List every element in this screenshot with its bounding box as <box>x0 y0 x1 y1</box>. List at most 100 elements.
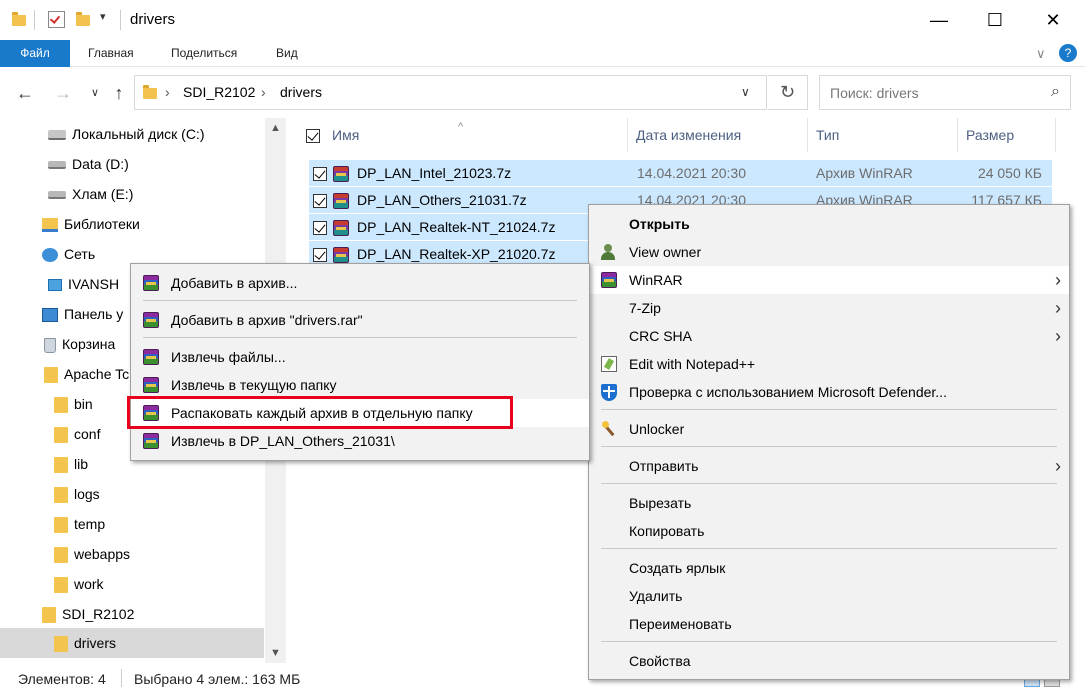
new-folder-icon[interactable] <box>76 12 90 26</box>
menu-item-open[interactable]: Открыть <box>589 210 1069 238</box>
select-all-checkbox[interactable] <box>306 129 320 144</box>
ribbon-expand-icon[interactable]: ∨ <box>1036 46 1046 62</box>
computer-icon <box>48 279 62 292</box>
nav-item[interactable]: Библиотеки <box>42 209 140 239</box>
search-icon: ⌕ <box>1051 83 1060 100</box>
column-type[interactable]: Тип <box>808 118 958 152</box>
row-checkbox[interactable] <box>313 160 327 186</box>
tab-share[interactable]: Поделиться <box>161 40 247 67</box>
menu-item-delete[interactable]: Удалить <box>589 582 1069 610</box>
row-checkbox[interactable] <box>313 187 327 213</box>
scroll-up-icon[interactable]: ▲ <box>265 118 286 138</box>
row-checkbox[interactable] <box>313 214 327 240</box>
winrar-icon <box>143 275 159 291</box>
submenu-item-extract-to-folder[interactable]: Извлечь в DP_LAN_Others_21031\ <box>131 427 589 455</box>
menu-item-winrar[interactable]: WinRAR › <box>589 266 1069 294</box>
minimize-button[interactable]: — <box>916 0 962 40</box>
nav-item[interactable]: Data (D:) <box>48 149 129 179</box>
menu-item-notepad[interactable]: Edit with Notepad++ <box>589 350 1069 378</box>
submenu-item-add-archive[interactable]: Добавить в архив... <box>131 269 589 297</box>
folder-icon <box>12 12 26 26</box>
nav-item[interactable]: conf <box>54 419 100 449</box>
menu-item-view-owner[interactable]: View owner <box>589 238 1069 266</box>
breadcrumb-drivers[interactable]: drivers <box>280 84 322 100</box>
column-name[interactable]: Имя ^ <box>296 118 628 152</box>
file-row[interactable]: DP_LAN_Intel_21023.7z 14.04.2021 20:30 А… <box>309 160 1052 186</box>
menu-item-send-to[interactable]: Отправить › <box>589 452 1069 480</box>
menu-item-rename[interactable]: Переименовать <box>589 610 1069 638</box>
divider <box>121 669 122 687</box>
menu-item-7zip[interactable]: 7-Zip › <box>589 294 1069 322</box>
column-size[interactable]: Размер <box>958 118 1056 152</box>
menu-item-copy[interactable]: Копировать <box>589 517 1069 545</box>
tab-file[interactable]: Файл <box>0 40 70 67</box>
tab-view[interactable]: Вид <box>266 40 308 67</box>
properties-icon[interactable] <box>48 11 65 28</box>
nav-item[interactable]: Сеть <box>42 239 95 269</box>
help-icon[interactable]: ? <box>1059 44 1077 62</box>
search-input[interactable]: Поиск: drivers ⌕ <box>819 75 1071 110</box>
menu-item-create-shortcut[interactable]: Создать ярлык <box>589 554 1069 582</box>
nav-item[interactable]: temp <box>54 509 105 539</box>
menu-item-unlocker[interactable]: Unlocker <box>589 415 1069 443</box>
file-type: Архив WinRAR <box>816 165 913 181</box>
file-name: DP_LAN_Others_21031.7z <box>357 192 527 208</box>
wand-icon <box>601 421 619 437</box>
maximize-button[interactable]: ☐ <box>972 0 1018 40</box>
submenu-item-extract-files[interactable]: Извлечь файлы... <box>131 343 589 371</box>
nav-item[interactable]: Apache Tc <box>44 359 129 389</box>
recent-locations-icon[interactable]: ∨ <box>82 80 108 106</box>
breadcrumb-sdi[interactable]: SDI_R2102 <box>183 84 255 100</box>
nav-item[interactable]: Панель у <box>42 299 123 329</box>
drive-icon <box>48 191 66 200</box>
submenu-item-add-drivers-rar[interactable]: Добавить в архив "drivers.rar" <box>131 306 589 334</box>
nav-item[interactable]: Корзина <box>44 329 115 359</box>
back-button[interactable]: ← <box>12 80 38 106</box>
menu-item-defender[interactable]: Проверка с использованием Microsoft Defe… <box>589 378 1069 406</box>
column-headers: Имя ^ Дата изменения Тип Размер <box>296 118 1058 152</box>
submenu-item-extract-here[interactable]: Извлечь в текущую папку <box>131 371 589 399</box>
address-bar[interactable]: › SDI_R2102 › drivers ∨ <box>134 75 767 110</box>
folder-icon <box>54 636 68 653</box>
network-icon <box>42 248 58 263</box>
folder-icon <box>44 367 58 384</box>
menu-item-crc-sha[interactable]: CRC SHA › <box>589 322 1069 350</box>
items-count: Элементов: 4 <box>18 671 106 687</box>
winrar-icon <box>143 312 159 328</box>
recycle-bin-icon <box>44 337 56 353</box>
chevron-right-icon: › <box>1055 270 1061 290</box>
archive-icon <box>333 160 349 186</box>
up-button[interactable]: ↑ <box>106 80 132 106</box>
nav-item[interactable]: webapps <box>54 539 130 569</box>
file-row[interactable]: DP_LAN_Realtek-NT_21024.7z <box>309 214 589 240</box>
customize-toolbar-icon[interactable]: ▾ <box>100 10 106 23</box>
nav-item[interactable]: logs <box>54 479 100 509</box>
nav-item[interactable]: Локальный диск (C:) <box>48 119 205 149</box>
scroll-down-icon[interactable]: ▼ <box>265 643 286 663</box>
menu-item-properties[interactable]: Свойства <box>589 647 1069 675</box>
tab-home[interactable]: Главная <box>78 40 144 67</box>
folder-icon <box>54 457 68 474</box>
forward-button[interactable]: → <box>50 80 76 106</box>
address-dropdown-icon[interactable]: ∨ <box>741 85 750 99</box>
nav-item[interactable]: lib <box>54 449 88 479</box>
folder-icon <box>54 577 68 594</box>
breadcrumb-separator: › <box>261 84 266 100</box>
nav-item[interactable]: Хлам (E:) <box>48 179 133 209</box>
nav-item-selected[interactable]: drivers <box>0 628 264 658</box>
close-button[interactable]: ✕ <box>1030 0 1076 40</box>
menu-separator <box>601 446 1057 447</box>
control-panel-icon <box>42 308 58 323</box>
ribbon: Файл Главная Поделиться Вид ∨ ? <box>0 40 1085 67</box>
nav-item[interactable]: IVANSH <box>48 269 119 299</box>
context-menu: Открыть View owner WinRAR › 7-Zip › CRC SH… <box>588 204 1070 680</box>
nav-item[interactable]: work <box>54 569 104 599</box>
menu-separator <box>601 641 1057 642</box>
winrar-submenu: Добавить в архив... Добавить в архив "dr… <box>130 263 590 461</box>
file-name: DP_LAN_Intel_21023.7z <box>357 165 512 181</box>
column-date[interactable]: Дата изменения <box>628 118 808 152</box>
nav-item[interactable]: SDI_R2102 <box>42 599 134 629</box>
nav-item[interactable]: bin <box>54 389 93 419</box>
refresh-button[interactable]: ↻ <box>768 75 808 110</box>
menu-item-cut[interactable]: Вырезать <box>589 489 1069 517</box>
